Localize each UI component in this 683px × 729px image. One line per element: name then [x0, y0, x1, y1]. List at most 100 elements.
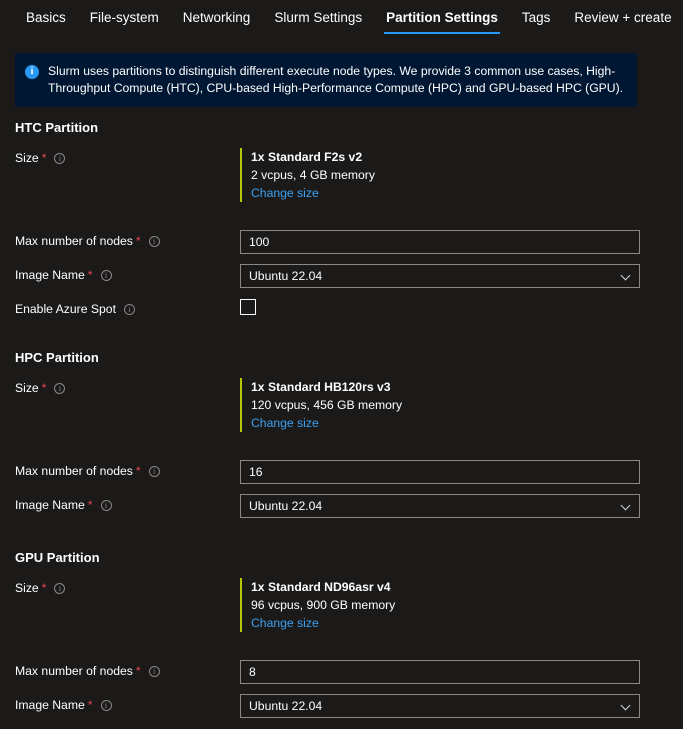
- hpc-image-name-row-control: Ubuntu 22.04: [240, 494, 683, 518]
- htc-change-size-link[interactable]: Change size: [251, 184, 319, 202]
- gpu-image-name-label: Image Name * i: [15, 694, 240, 714]
- hpc-max-nodes-info-icon[interactable]: i: [148, 466, 160, 477]
- required-marker: *: [135, 464, 141, 478]
- partition-settings-form: HTC Partition Size * i 1x Standard F2s v2 2 v…: [0, 120, 683, 729]
- htc-image-name-row-control: Ubuntu 22.04: [240, 264, 683, 288]
- htc-max-nodes-row-control: [240, 230, 683, 254]
- required-marker: *: [135, 664, 141, 678]
- info-banner-text: Slurm uses partitions to distinguish dif…: [48, 64, 624, 95]
- tab-tags[interactable]: Tags: [510, 0, 563, 38]
- htc-image-name-label-text: Image Name: [15, 268, 85, 282]
- gpu-image-name-value: Ubuntu 22.04: [249, 699, 323, 713]
- htc-image-name-dropdown[interactable]: Ubuntu 22.04: [240, 264, 640, 288]
- hpc-image-name-dropdown[interactable]: Ubuntu 22.04: [240, 494, 640, 518]
- info-icon: i: [25, 65, 39, 79]
- tab-file-system[interactable]: File-system: [78, 0, 171, 38]
- required-marker: *: [41, 381, 47, 395]
- required-marker: *: [87, 698, 93, 712]
- gpu-image-name-dropdown[interactable]: Ubuntu 22.04: [240, 694, 640, 718]
- htc-max-nodes-row: Max number of nodes * i: [0, 230, 683, 254]
- htc-enable-spot-info-icon[interactable]: i: [123, 304, 135, 315]
- gpu-size-label-text: Size: [15, 581, 39, 595]
- gpu-size-specs: 96 vcpus, 900 GB memory: [251, 598, 396, 612]
- gpu-size-title: 1x Standard ND96asr v4: [251, 580, 391, 594]
- hpc-size-title: 1x Standard HB120rs v3: [251, 380, 391, 394]
- hpc-size-summary: 1x Standard HB120rs v3 120 vcpus, 456 GB …: [240, 378, 683, 432]
- htc-enable-spot-row: Enable Azure Spot i: [0, 298, 683, 318]
- required-marker: *: [135, 234, 141, 248]
- section-heading-htc: HTC Partition: [15, 120, 99, 135]
- htc-enable-azure-spot-checkbox[interactable]: [240, 299, 256, 315]
- gpu-max-nodes-row: Max number of nodes * i: [0, 660, 683, 684]
- htc-size-title: 1x Standard F2s v2: [251, 150, 363, 164]
- gpu-size-info-icon[interactable]: i: [54, 583, 66, 594]
- hpc-max-nodes-row: Max number of nodes * i: [0, 460, 683, 484]
- hpc-size-specs: 120 vcpus, 456 GB memory: [251, 398, 403, 412]
- section-heading-hpc: HPC Partition: [15, 350, 99, 365]
- hpc-image-name-row: Image Name * i Ubuntu 22.04: [0, 494, 683, 518]
- gpu-size-summary: 1x Standard ND96asr v4 96 vcpus, 900 GB m…: [240, 578, 683, 632]
- chevron-down-icon: [621, 271, 631, 281]
- gpu-max-nodes-input[interactable]: [240, 660, 640, 684]
- hpc-max-nodes-input[interactable]: [240, 460, 640, 484]
- wizard-tab-strip: Basics File-system Networking Slurm Setting…: [0, 0, 683, 44]
- htc-image-name-info-icon[interactable]: i: [100, 270, 112, 281]
- tab-networking[interactable]: Networking: [171, 0, 263, 38]
- gpu-image-name-label-text: Image Name: [15, 698, 85, 712]
- tab-review-create[interactable]: Review + create: [562, 0, 683, 38]
- htc-size-row: Size * i 1x Standard F2s v2 2 vcpus, 4 GB me…: [0, 147, 683, 202]
- htc-max-nodes-info-icon[interactable]: i: [148, 236, 160, 247]
- htc-size-row-control: 1x Standard F2s v2 2 vcpus, 4 GB memory Ch…: [240, 147, 683, 202]
- hpc-image-name-label: Image Name * i: [15, 494, 240, 514]
- tab-slurm-settings[interactable]: Slurm Settings: [262, 0, 374, 38]
- htc-size-label: Size * i: [15, 147, 240, 167]
- gpu-image-name-row: Image Name * i Ubuntu 22.04: [0, 694, 683, 718]
- htc-size-label-text: Size: [15, 151, 39, 165]
- required-marker: *: [87, 498, 93, 512]
- required-marker: *: [41, 151, 47, 165]
- htc-size-info-icon[interactable]: i: [54, 153, 66, 164]
- htc-image-name-row: Image Name * i Ubuntu 22.04: [0, 264, 683, 288]
- hpc-image-name-label-text: Image Name: [15, 498, 85, 512]
- gpu-size-row-control: 1x Standard ND96asr v4 96 vcpus, 900 GB m…: [240, 577, 683, 632]
- chevron-down-icon: [621, 701, 631, 711]
- tab-partition-settings[interactable]: Partition Settings: [374, 0, 510, 38]
- info-banner: i Slurm uses partitions to distinguish d…: [15, 53, 637, 107]
- section-heading-gpu: GPU Partition: [15, 550, 100, 565]
- gpu-max-nodes-info-icon[interactable]: i: [148, 666, 160, 677]
- hpc-size-label: Size * i: [15, 377, 240, 397]
- hpc-image-name-value: Ubuntu 22.04: [249, 499, 323, 513]
- htc-max-nodes-input[interactable]: [240, 230, 640, 254]
- required-marker: *: [87, 268, 93, 282]
- hpc-size-row-control: 1x Standard HB120rs v3 120 vcpus, 456 GB …: [240, 377, 683, 432]
- htc-max-nodes-label-text: Max number of nodes: [15, 234, 133, 248]
- required-marker: *: [41, 581, 47, 595]
- hpc-image-name-info-icon[interactable]: i: [100, 500, 112, 511]
- tab-basics[interactable]: Basics: [14, 0, 78, 38]
- htc-enable-spot-label-text: Enable Azure Spot: [15, 302, 116, 316]
- hpc-change-size-link[interactable]: Change size: [251, 414, 319, 432]
- htc-image-name-value: Ubuntu 22.04: [249, 269, 323, 283]
- gpu-size-label: Size * i: [15, 577, 240, 597]
- gpu-image-name-row-control: Ubuntu 22.04: [240, 694, 683, 718]
- gpu-max-nodes-label: Max number of nodes * i: [15, 660, 240, 680]
- gpu-max-nodes-label-text: Max number of nodes: [15, 664, 133, 678]
- gpu-image-name-info-icon[interactable]: i: [100, 700, 112, 711]
- chevron-down-icon: [621, 501, 631, 511]
- gpu-max-nodes-row-control: [240, 660, 683, 684]
- htc-max-nodes-label: Max number of nodes * i: [15, 230, 240, 250]
- hpc-max-nodes-row-control: [240, 460, 683, 484]
- hpc-size-info-icon[interactable]: i: [54, 383, 66, 394]
- gpu-change-size-link[interactable]: Change size: [251, 614, 319, 632]
- hpc-size-row: Size * i 1x Standard HB120rs v3 120 vcpus, 4…: [0, 377, 683, 432]
- htc-enable-spot-row-control: [240, 298, 683, 315]
- htc-size-specs: 2 vcpus, 4 GB memory: [251, 168, 375, 182]
- hpc-max-nodes-label-text: Max number of nodes: [15, 464, 133, 478]
- hpc-max-nodes-label: Max number of nodes * i: [15, 460, 240, 480]
- htc-image-name-label: Image Name * i: [15, 264, 240, 284]
